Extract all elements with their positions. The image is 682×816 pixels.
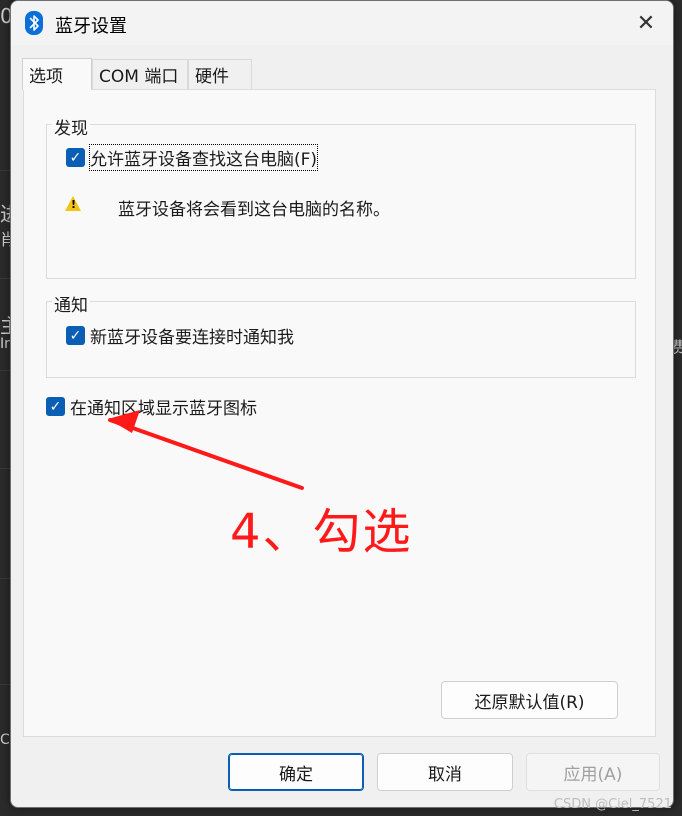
ok-button[interactable]: 确定: [228, 753, 364, 791]
checkbox-checked-icon[interactable]: ✓: [66, 326, 85, 345]
title-bar: 蓝牙设置 ✕: [11, 1, 673, 45]
warning-text: 蓝牙设备将会看到这台电脑的名称。: [118, 200, 390, 220]
notify-new-device-checkbox[interactable]: ✓ 新蓝牙设备要连接时通知我: [66, 323, 294, 348]
bg-separator: [0, 684, 10, 685]
cancel-button[interactable]: 取消: [377, 753, 513, 791]
show-tray-icon-checkbox[interactable]: ✓ 在通知区域显示蓝牙图标: [46, 394, 257, 419]
bluetooth-settings-dialog: 蓝牙设置 ✕ 选项 COM 端口 硬件 发现 ✓ 允许蓝牙设备查找这台电脑(F)…: [10, 0, 674, 808]
tab-hardware[interactable]: 硬件: [188, 59, 252, 89]
warning-exclamation: !: [71, 198, 77, 211]
show-tray-icon-label: 在通知区域显示蓝牙图标: [70, 399, 257, 419]
options-panel: 发现 ✓ 允许蓝牙设备查找这台电脑(F) ! 蓝牙设备将会看到这台电脑的名称。 …: [23, 89, 656, 737]
checkbox-checked-icon[interactable]: ✓: [46, 397, 65, 416]
discovery-group-title: 发现: [52, 114, 90, 139]
tab-com-ports[interactable]: COM 端口: [92, 59, 188, 89]
bg-separator: [0, 468, 10, 469]
restore-defaults-button[interactable]: 还原默认值(R): [441, 681, 618, 719]
bg-separator: [0, 170, 10, 171]
bg-fragment: Ir: [0, 336, 10, 352]
bg-fragment: C: [0, 732, 10, 748]
tab-options[interactable]: 选项: [22, 58, 92, 90]
annotation-text: 4、勾选: [230, 504, 413, 560]
bg-separator: [0, 578, 10, 579]
checkbox-checked-icon[interactable]: ✓: [66, 148, 85, 167]
notification-group-title: 通知: [52, 291, 90, 316]
bluetooth-icon: [25, 11, 43, 35]
allow-discovery-label: 允许蓝牙设备查找这台电脑(F): [88, 144, 319, 171]
bg-separator: [0, 278, 10, 279]
window-title: 蓝牙设置: [55, 16, 127, 37]
apply-button[interactable]: 应用(A): [526, 753, 660, 791]
close-icon[interactable]: ✕: [623, 1, 669, 45]
notify-new-device-label: 新蓝牙设备要连接时通知我: [90, 328, 294, 348]
bg-separator: [0, 370, 10, 371]
watermark: CSDN @Ciel_7521: [553, 797, 672, 812]
allow-discovery-checkbox[interactable]: ✓ 允许蓝牙设备查找这台电脑(F): [66, 144, 319, 171]
